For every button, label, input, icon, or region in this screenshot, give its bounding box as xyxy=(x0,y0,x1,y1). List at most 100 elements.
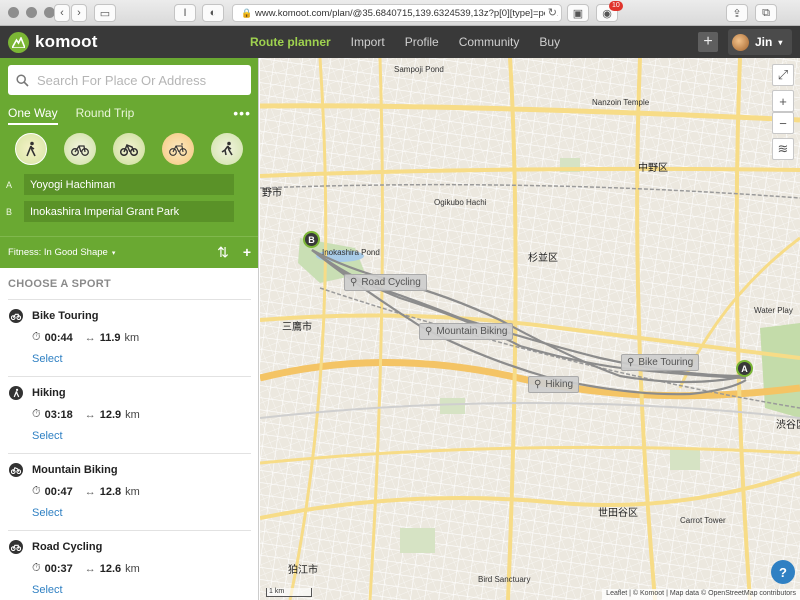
sport-name: Mountain Biking xyxy=(32,464,118,476)
route-label-hiking[interactable]: ⚲ Hiking xyxy=(528,376,580,393)
more-options-icon[interactable]: ••• xyxy=(233,105,251,121)
distance-icon: ↔ xyxy=(84,331,96,344)
waypoint-b-marker: B xyxy=(6,207,13,217)
start-point-marker[interactable]: A xyxy=(736,360,753,377)
nav-import[interactable]: Import xyxy=(351,35,385,49)
select-link[interactable]: Select xyxy=(32,507,63,519)
place-label: Nanzoin Temple xyxy=(592,98,650,107)
address-bar[interactable]: 🔒 www.komoot.com/plan/@35.6840715,139.63… xyxy=(232,4,562,22)
fullscreen-icon[interactable]: ⤢ xyxy=(772,64,794,86)
place-label: Bird Sanctuary xyxy=(478,575,531,584)
minimize-window-button[interactable] xyxy=(26,7,37,18)
browser-toolbar: ‹ › ▭ I ◐ 🔒 www.komoot.com/plan/@35.6840… xyxy=(0,0,800,26)
sport-name: Hiking xyxy=(32,387,66,399)
map-attribution: Leaflet | © Komoot | Map data © OpenStre… xyxy=(602,589,800,600)
sport-running-button[interactable] xyxy=(211,133,243,165)
ward-label: 中野区 xyxy=(638,163,668,174)
sport-road-cycling-button[interactable] xyxy=(162,133,194,165)
place-label: Water Play xyxy=(754,306,793,315)
ward-label: 狛江市 xyxy=(288,565,318,576)
zoom-in-button[interactable]: + xyxy=(772,90,794,112)
sport-picker xyxy=(15,133,243,165)
zoom-out-button[interactable]: − xyxy=(772,112,794,134)
sport-stats: ⏱ 00:37 ↔ 12.6 km xyxy=(32,562,140,575)
select-link[interactable]: Select xyxy=(32,430,63,442)
chevron-down-icon: ▾ xyxy=(111,249,116,257)
route-label-mountain-biking[interactable]: ⚲ Mountain Biking xyxy=(419,323,514,340)
end-point-marker[interactable]: B xyxy=(303,231,320,248)
running-icon xyxy=(221,141,233,156)
waypoint-a-marker: A xyxy=(6,180,13,190)
extension-icon[interactable]: ◐ xyxy=(202,4,224,22)
sport-option[interactable]: Hiking ⏱ 03:18 ↔ 12.9 km Select xyxy=(8,377,251,453)
route-label-text: Hiking xyxy=(545,379,574,390)
select-link[interactable]: Select xyxy=(32,584,63,596)
planner-panel: One Way Round Trip ••• A Yoyogi Hachiman… xyxy=(0,58,258,268)
timer-icon: ⏱ xyxy=(32,408,41,420)
layers-icon[interactable]: ≋ xyxy=(772,138,794,160)
forward-button[interactable]: › xyxy=(71,4,87,22)
sport-bike-touring-button[interactable] xyxy=(64,133,96,165)
distance-unit: km xyxy=(125,408,140,421)
help-button[interactable]: ? xyxy=(771,560,795,584)
route-label-road-cycling[interactable]: ⚲ Road Cycling xyxy=(344,274,427,291)
komoot-logo[interactable]: komoot xyxy=(8,31,98,53)
mountain-icon xyxy=(8,31,29,53)
distance: 11.9 xyxy=(99,331,121,344)
select-link[interactable]: Select xyxy=(32,353,63,365)
bike-touring-icon xyxy=(9,309,23,323)
road-bike-icon xyxy=(169,143,187,156)
back-button[interactable]: ‹ xyxy=(54,4,70,22)
road-bike-icon xyxy=(9,540,23,554)
tabs-overview-icon[interactable]: ⧉ xyxy=(755,4,777,22)
route-label-text: Bike Touring xyxy=(638,357,694,368)
sport-option[interactable]: Road Cycling ⏱ 00:37 ↔ 12.6 km Select xyxy=(8,531,251,600)
app-header: komoot Route planner Import Profile Comm… xyxy=(0,26,800,58)
route-label-bike-touring[interactable]: ⚲ Bike Touring xyxy=(621,354,700,371)
add-waypoint-icon[interactable]: + xyxy=(243,244,251,261)
search-box[interactable] xyxy=(8,65,251,95)
sport-name: Road Cycling xyxy=(32,541,103,553)
ward-label: 世田谷区 xyxy=(598,508,638,519)
timer-icon: ⏱ xyxy=(32,485,41,497)
route-map[interactable]: ⤢ + − ≋ 中野区 杉並区 三鷹市 世田谷区 渋谷区 狛江市 野市 Inok… xyxy=(260,58,800,600)
sport-hiking-button[interactable] xyxy=(15,133,47,165)
ward-label: 三鷹市 xyxy=(282,322,312,333)
tab-round-trip[interactable]: Round Trip xyxy=(76,106,135,125)
distance-icon: ↔ xyxy=(84,485,96,498)
nav-profile[interactable]: Profile xyxy=(405,35,439,49)
sport-option[interactable]: Mountain Biking ⏱ 00:47 ↔ 12.8 km Select xyxy=(8,454,251,530)
nav-route-planner[interactable]: Route planner xyxy=(250,35,331,49)
sport-stats: ⏱ 00:44 ↔ 11.9 km xyxy=(32,331,139,344)
privacy-icon[interactable]: ▣ xyxy=(567,4,589,22)
place-label: Ogikubo Hachi xyxy=(434,198,487,207)
sport-mountain-biking-button[interactable] xyxy=(113,133,145,165)
route-actions: ⇅ + xyxy=(217,244,251,261)
map-scale: 1 km xyxy=(266,588,312,597)
sport-stats: ⏱ 00:47 ↔ 12.8 km xyxy=(32,485,140,498)
close-window-button[interactable] xyxy=(8,7,19,18)
nav-community[interactable]: Community xyxy=(459,35,520,49)
place-label: Sampoji Pond xyxy=(394,65,444,74)
user-menu[interactable]: Jin ▾ xyxy=(728,29,792,55)
mountain-bike-icon xyxy=(9,463,23,477)
waypoint-b-field[interactable]: Inokashira Imperial Grant Park xyxy=(24,201,234,222)
swap-icon[interactable]: ⇅ xyxy=(217,244,229,261)
user-name: Jin xyxy=(755,35,773,49)
add-icon[interactable]: + xyxy=(698,32,718,52)
bike-touring-icon xyxy=(71,145,89,156)
share-icon[interactable]: ⇪ xyxy=(726,4,748,22)
nav-buy[interactable]: Buy xyxy=(539,35,560,49)
hiking-icon: ⚲ xyxy=(534,379,542,390)
reader-icon[interactable]: I xyxy=(174,4,196,22)
waypoint-a-field[interactable]: Yoyogi Hachiman xyxy=(24,174,234,195)
sport-option[interactable]: Bike Touring ⏱ 00:44 ↔ 11.9 km Select xyxy=(8,300,251,376)
search-input[interactable] xyxy=(37,72,237,88)
hiking-icon xyxy=(26,141,36,157)
reload-icon[interactable]: ↻ xyxy=(544,6,557,19)
fitness-selector[interactable]: Fitness: In Good Shape ▾ ⇅ + xyxy=(0,236,258,268)
sidebar-toggle-icon[interactable]: ▭ xyxy=(94,4,116,22)
choose-sport-heading: CHOOSE A SPORT xyxy=(8,278,112,290)
tab-one-way[interactable]: One Way xyxy=(8,106,58,125)
route-label-text: Road Cycling xyxy=(361,277,421,288)
